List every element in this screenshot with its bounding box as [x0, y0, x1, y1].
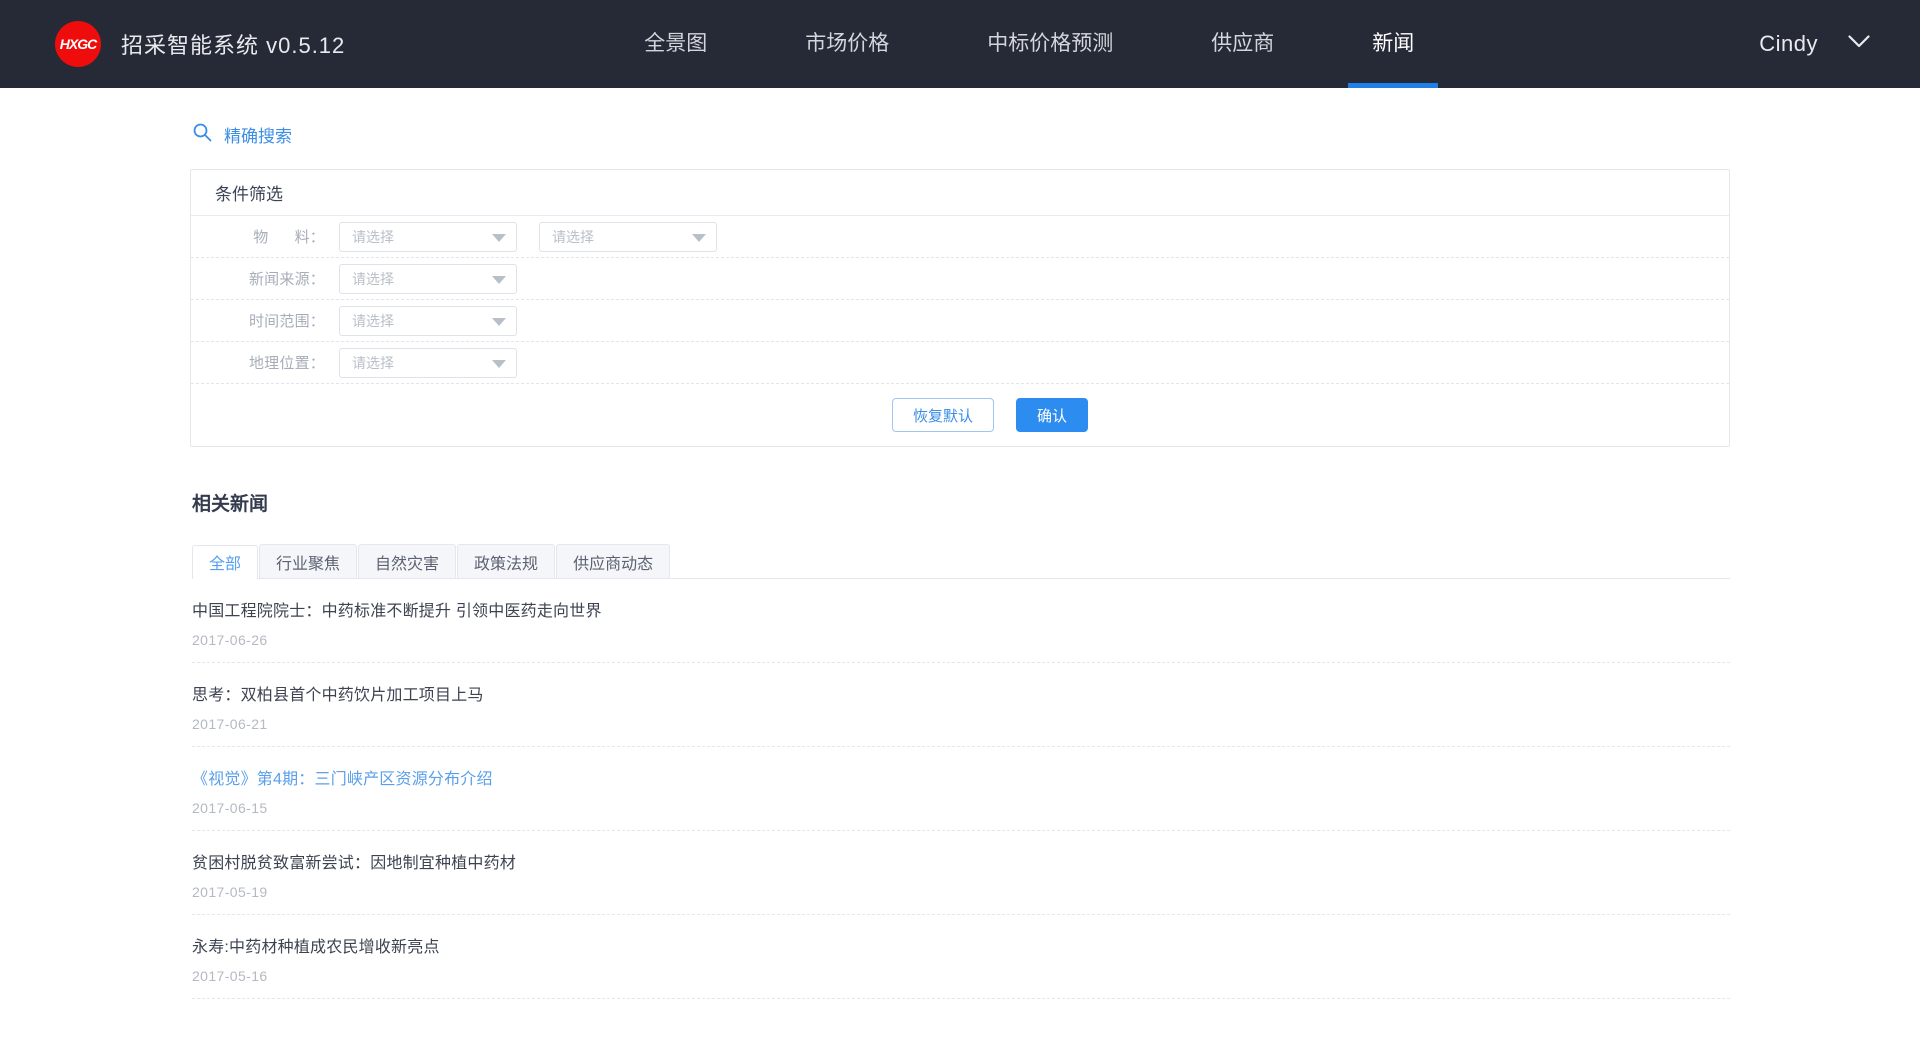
- news-list-item[interactable]: 思考：双柏县首个中药饮片加工项目上马 2017-06-21: [192, 663, 1730, 747]
- time-range-select-value: 请选择: [352, 312, 394, 329]
- tab-natural-disaster[interactable]: 自然灾害: [358, 544, 457, 578]
- news-list-item[interactable]: 《视觉》第4期：三门峡产区资源分布介绍 2017-06-15: [192, 747, 1730, 831]
- caret-down-icon: [492, 317, 506, 326]
- material-select-primary-value: 请选择: [352, 228, 394, 245]
- news-item-title[interactable]: 思考：双柏县首个中药饮片加工项目上马: [192, 681, 1730, 705]
- news-item-date: 2017-06-21: [192, 716, 268, 732]
- tab-all[interactable]: 全部: [192, 545, 259, 579]
- confirm-button[interactable]: 确认: [1016, 398, 1089, 432]
- news-list-item[interactable]: 永寿:中药材种植成农民增收新亮点 2017-05-16: [192, 915, 1730, 999]
- tab-supplier-news[interactable]: 供应商动态: [556, 544, 671, 578]
- news-item-title[interactable]: 中国工程院院士：中药标准不断提升 引领中医药走向世界: [192, 597, 1730, 621]
- nav-item-suppliers[interactable]: 供应商: [1187, 0, 1298, 88]
- caret-down-icon: [492, 275, 506, 284]
- filter-row-news-source: 新闻来源： 请选择: [191, 258, 1729, 300]
- news-item-title[interactable]: 《视觉》第4期：三门峡产区资源分布介绍: [192, 765, 1730, 789]
- brand: HXGC 招采智能系统 v0.5.12: [0, 21, 345, 67]
- caret-down-icon: [492, 359, 506, 368]
- material-select-primary[interactable]: 请选择: [339, 221, 517, 252]
- filter-row-location: 地理位置： 请选择: [191, 342, 1729, 384]
- reset-defaults-button[interactable]: 恢复默认: [891, 398, 994, 432]
- app-title: 招采智能系统 v0.5.12: [121, 33, 346, 58]
- material-select-secondary-value: 请选择: [552, 228, 594, 245]
- main-nav: 全景图 市场价格 中标价格预测 供应商 新闻: [595, 0, 1463, 88]
- location-select-value: 请选择: [352, 354, 394, 371]
- news-item-title[interactable]: 永寿:中药材种植成农民增收新亮点: [192, 933, 1730, 957]
- tab-industry-focus[interactable]: 行业聚焦: [259, 544, 358, 578]
- filter-row-time-range: 时间范围： 请选择: [191, 300, 1729, 342]
- user-menu[interactable]: Cindy: [1759, 31, 1920, 57]
- news-source-select[interactable]: 请选择: [339, 263, 517, 294]
- filter-panel: 条件筛选 物 料： 请选择 请选择 新闻来源： 请选择 时间范围： 请选择 地理…: [190, 169, 1730, 447]
- news-item-title[interactable]: 贫困村脱贫致富新尝试：因地制宜种植中药材: [192, 849, 1730, 873]
- precise-search-label: 精确搜索: [224, 127, 292, 146]
- nav-item-bid-price-forecast[interactable]: 中标价格预测: [963, 0, 1137, 88]
- user-name: Cindy: [1759, 31, 1818, 56]
- nav-item-market-price[interactable]: 市场价格: [781, 0, 913, 88]
- page-body: 精确搜索 条件筛选 物 料： 请选择 请选择 新闻来源： 请选择 时间范围： 请…: [0, 88, 1920, 1045]
- top-header: HXGC 招采智能系统 v0.5.12 全景图 市场价格 中标价格预测 供应商 …: [0, 0, 1920, 88]
- caret-down-icon: [692, 233, 706, 242]
- news-item-date: 2017-06-26: [192, 632, 268, 648]
- chevron-down-icon[interactable]: [1848, 35, 1870, 53]
- news-tabs: 全部 行业聚焦 自然灾害 政策法规 供应商动态: [192, 544, 1730, 579]
- nav-item-news[interactable]: 新闻: [1348, 0, 1439, 88]
- material-select-secondary[interactable]: 请选择: [539, 221, 717, 252]
- precise-search-link[interactable]: 精确搜索: [192, 122, 292, 147]
- caret-down-icon: [492, 233, 506, 242]
- filter-label-location: 地理位置：: [248, 355, 325, 372]
- filter-label-news-source: 新闻来源：: [248, 271, 325, 288]
- news-list: 中国工程院院士：中药标准不断提升 引领中医药走向世界 2017-06-26 思考…: [192, 579, 1730, 999]
- news-list-item[interactable]: 贫困村脱贫致富新尝试：因地制宜种植中药材 2017-05-19: [192, 831, 1730, 915]
- tab-policy-regulation[interactable]: 政策法规: [457, 544, 556, 578]
- news-item-date: 2017-06-15: [192, 800, 268, 816]
- related-news-title: 相关新闻: [192, 494, 269, 515]
- filter-actions: 恢复默认 确认: [191, 384, 1729, 446]
- filter-panel-title: 条件筛选: [191, 170, 1729, 216]
- nav-item-panorama[interactable]: 全景图: [620, 0, 731, 88]
- app-logo-icon: HXGC: [55, 21, 101, 67]
- news-item-date: 2017-05-16: [192, 968, 268, 984]
- content-container: 精确搜索 条件筛选 物 料： 请选择 请选择 新闻来源： 请选择 时间范围： 请…: [190, 88, 1730, 999]
- filter-label-time-range: 时间范围：: [248, 313, 325, 330]
- news-list-item[interactable]: 中国工程院院士：中药标准不断提升 引领中医药走向世界 2017-06-26: [192, 579, 1730, 663]
- filter-label-material: 物 料：: [253, 229, 325, 246]
- filter-row-material: 物 料： 请选择 请选择: [191, 216, 1729, 258]
- search-icon: [192, 122, 212, 147]
- logo-text: HXGC: [59, 36, 97, 52]
- location-select[interactable]: 请选择: [339, 347, 517, 378]
- news-source-select-value: 请选择: [352, 270, 394, 287]
- time-range-select[interactable]: 请选择: [339, 305, 517, 336]
- news-item-date: 2017-05-19: [192, 884, 268, 900]
